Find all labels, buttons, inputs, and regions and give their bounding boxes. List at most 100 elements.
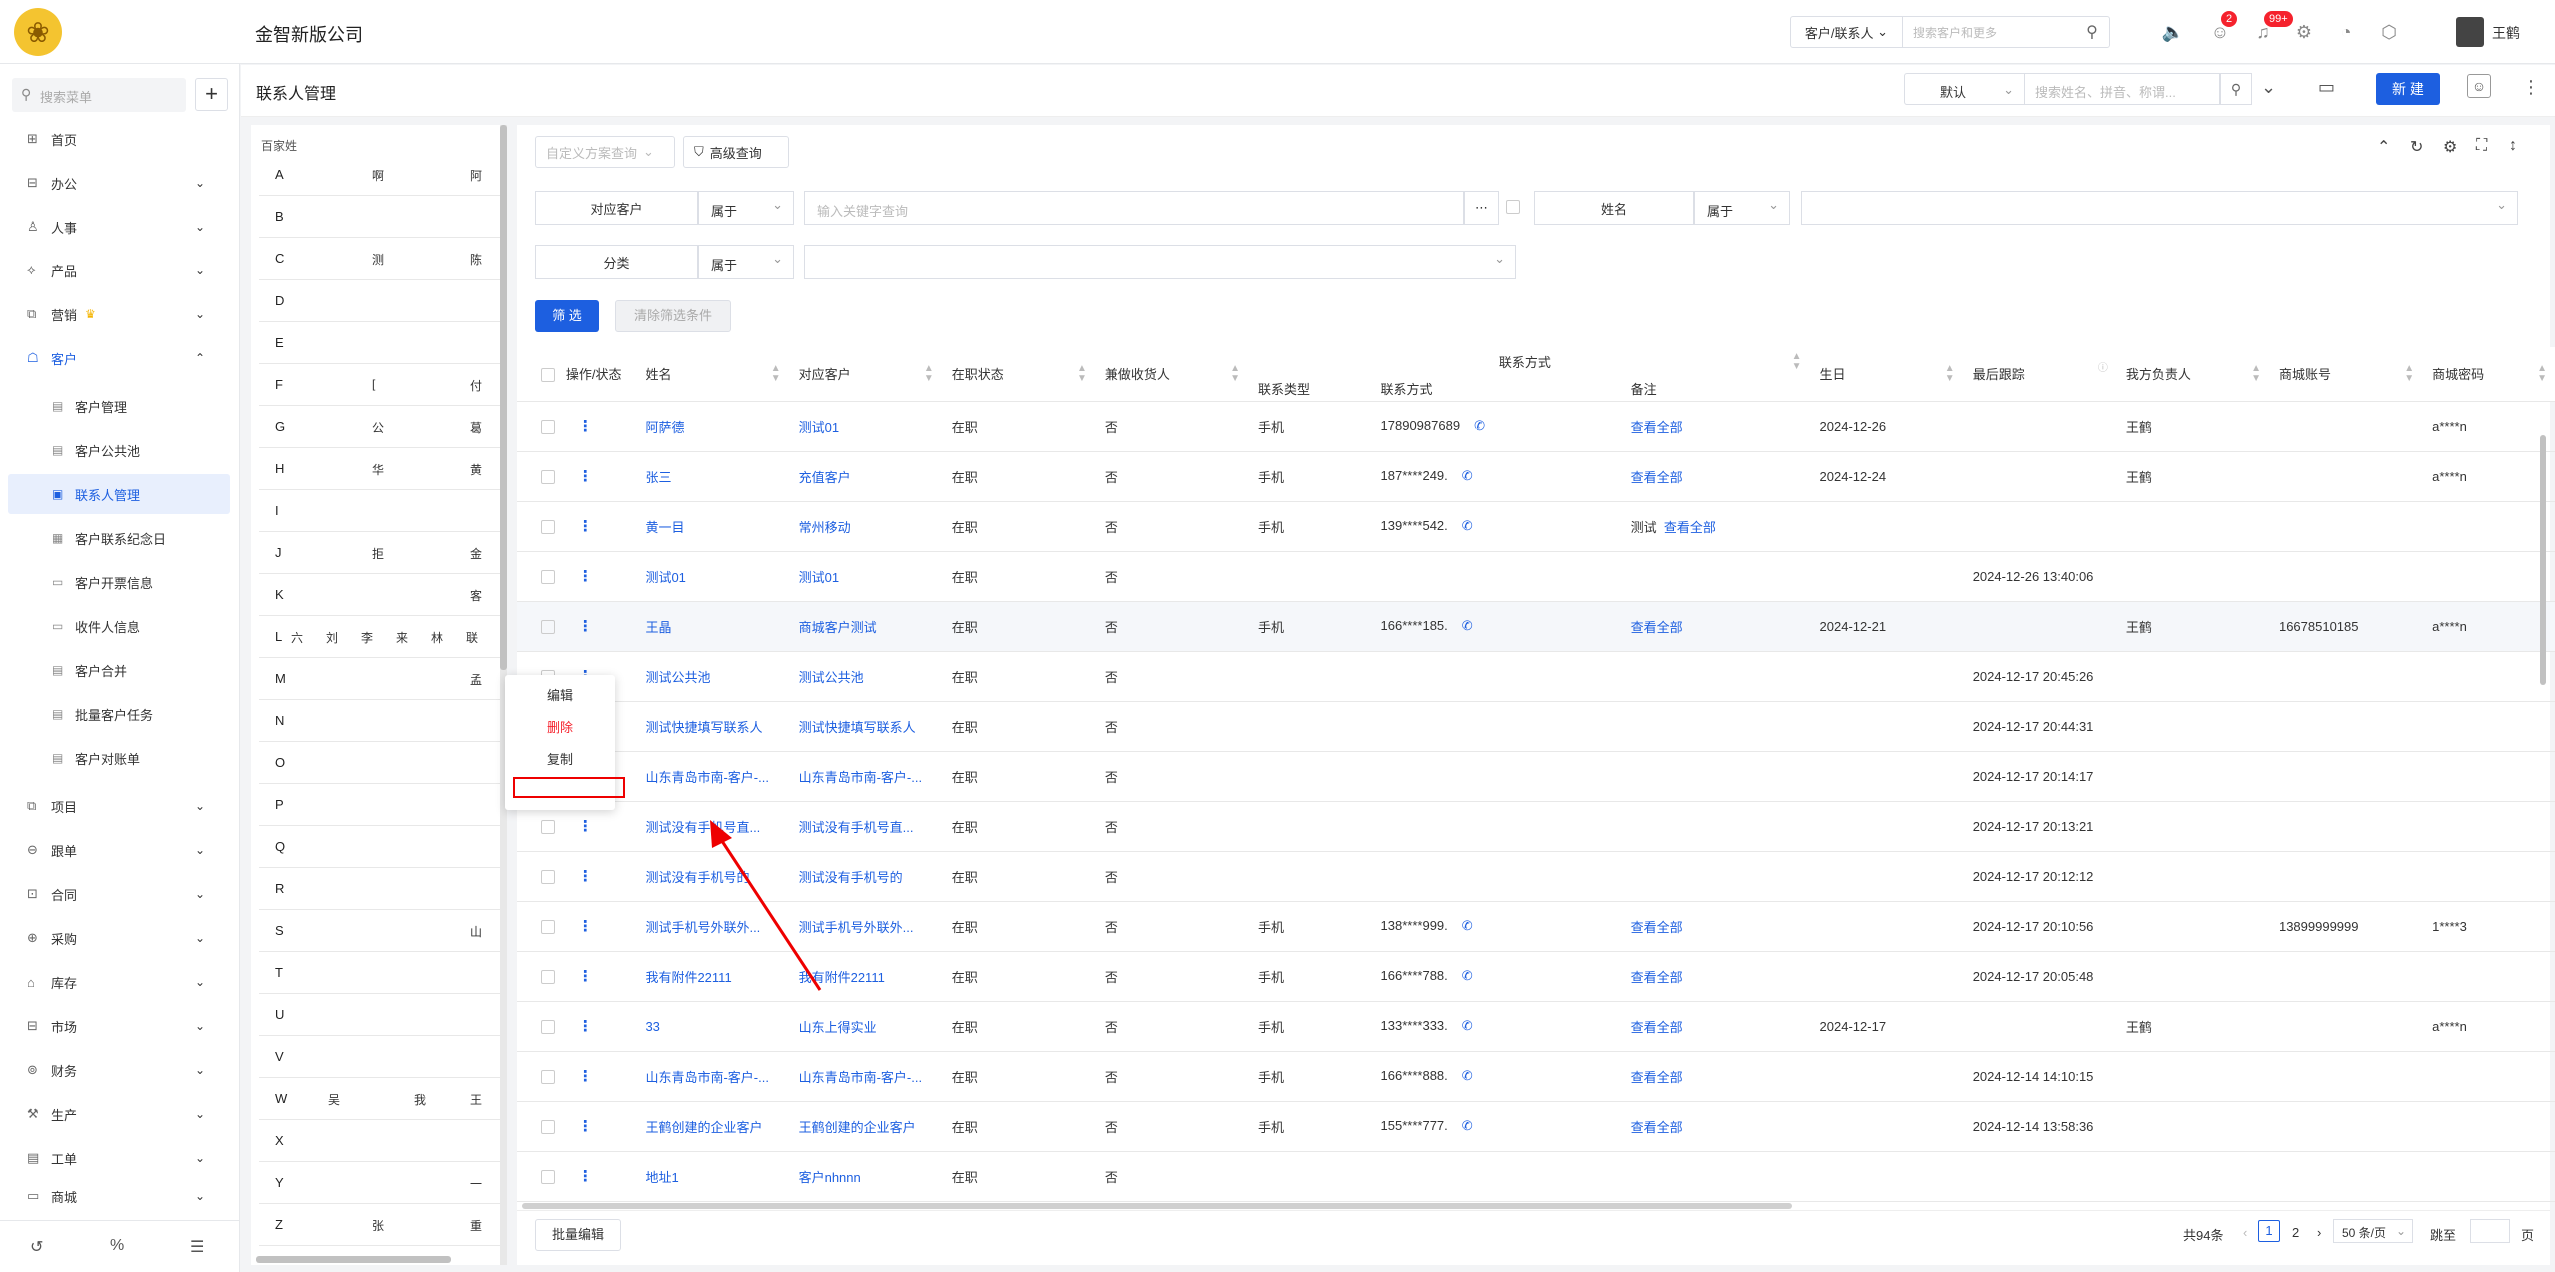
sidebar-item-mall[interactable]: ▭ 商城 ⌄ — [0, 1176, 240, 1216]
contact-name-link[interactable]: 山东青岛市南-客户-... — [645, 770, 769, 785]
surname-chip[interactable]: 一 — [470, 1175, 482, 1192]
avatar[interactable] — [2456, 17, 2484, 47]
surname-letter[interactable]: C — [275, 251, 284, 266]
surname-letter[interactable]: I — [275, 503, 279, 518]
customer-link[interactable]: 山东青岛市南-客户-... — [799, 770, 923, 785]
cell-customer[interactable]: 客户nhnnn — [790, 1151, 944, 1202]
filter-category-operator[interactable]: 属于 — [698, 245, 794, 279]
table-row[interactable]: ⋮山东青岛市南-客户-...山东青岛市南-客户-...在职否2024-12-17… — [517, 751, 2555, 802]
more-actions-icon[interactable]: ⋮ — [566, 1118, 593, 1135]
surname-letter-row[interactable]: U — [259, 994, 502, 1036]
row-checkbox[interactable] — [541, 1169, 555, 1184]
phone-icon[interactable]: ✆ — [1462, 468, 1473, 483]
surname-chip[interactable]: 吴 — [328, 1091, 340, 1108]
surname-letter[interactable]: M — [275, 671, 286, 686]
row-checkbox[interactable] — [541, 1069, 555, 1084]
fullscreen-icon[interactable]: ⛶ — [2476, 137, 2487, 155]
surname-letter[interactable]: A — [275, 167, 284, 182]
settings-icon[interactable]: ⚙ — [2443, 137, 2457, 157]
row-checkbox[interactable] — [541, 619, 555, 634]
surname-letter-row[interactable]: M孟 — [259, 658, 502, 700]
sort-icon[interactable]: ▲ ▼ — [924, 363, 934, 384]
surname-chip[interactable]: 华 — [372, 461, 384, 478]
view-all-link[interactable]: 查看全部 — [1631, 920, 1683, 935]
contact-name-link[interactable]: 张三 — [645, 470, 671, 485]
jump-page-input[interactable] — [2470, 1219, 2510, 1243]
table-vertical-scrollbar[interactable] — [2540, 435, 2546, 685]
surname-chip[interactable]: 葛 — [470, 419, 482, 436]
surname-letter-row[interactable]: C测陈 — [259, 238, 502, 280]
select-all-checkbox[interactable] — [541, 367, 555, 382]
surname-chip[interactable]: 客 — [470, 587, 482, 604]
phone-icon[interactable]: ✆ — [1462, 1118, 1473, 1133]
more-vertical-icon[interactable]: ⋮ — [2522, 77, 2540, 98]
more-icon[interactable]: ⋯ — [1464, 191, 1499, 225]
row-checkbox[interactable] — [541, 869, 555, 884]
more-actions-icon[interactable]: ⋮ — [566, 518, 593, 535]
phone-icon[interactable]: ✆ — [1474, 418, 1485, 433]
row-checkbox[interactable] — [541, 819, 555, 834]
surname-letter-row[interactable]: X — [259, 1120, 502, 1162]
filter-customer-input[interactable]: 输入关键字查询 — [804, 191, 1464, 225]
phone-icon[interactable]: ✆ — [1462, 1068, 1473, 1083]
sidebar-subitem-contacts[interactable]: ▣ 联系人管理 — [8, 474, 230, 514]
sidebar-item-marketing[interactable]: ⧉ 营销 ♛ ⌄ — [0, 294, 240, 334]
cell-name[interactable]: 地址1 — [637, 1151, 791, 1202]
surname-letter-row[interactable]: H华黄 — [259, 448, 502, 490]
table-row[interactable]: ⋮ 33 山东上得实业 在职否手机 133****333. ✆ 查看全部 2024-12-17… — [517, 1001, 2555, 1052]
filter-name-operator[interactable]: 属于 — [1694, 191, 1790, 225]
table-horizontal-scrollbar[interactable] — [522, 1203, 1792, 1209]
row-checkbox[interactable] — [541, 519, 555, 534]
col-name[interactable]: 姓名 ▲ ▼ — [637, 347, 791, 402]
page-size-select[interactable]: 50 条/页 ⌄ — [2333, 1219, 2413, 1243]
sidebar-item-finance[interactable]: ⊚ 财务 ⌄ — [0, 1050, 240, 1090]
surname-letter[interactable]: B — [275, 209, 284, 224]
more-actions-icon[interactable]: ⋮ — [566, 418, 593, 435]
contact-name-link[interactable]: 测试公共池 — [645, 670, 710, 685]
row-checkbox[interactable] — [541, 569, 555, 584]
surname-letter[interactable]: L — [275, 629, 282, 644]
more-actions-icon[interactable]: ⋮ — [566, 468, 593, 485]
customer-link[interactable]: 山东上得实业 — [799, 1020, 877, 1035]
surname-letter-row[interactable]: W吴我王 — [259, 1078, 502, 1120]
surname-letter[interactable]: P — [275, 797, 284, 812]
customer-link[interactable]: 测试01 — [799, 570, 839, 585]
surname-letter[interactable]: Z — [275, 1217, 283, 1232]
filter-category-select[interactable] — [804, 245, 1516, 279]
cell-name[interactable]: 阿萨德 — [637, 401, 791, 452]
row-checkbox[interactable] — [541, 969, 555, 984]
surname-chip[interactable]: 六 — [291, 629, 303, 646]
sidebar-item-contract[interactable]: ⊡ 合同 ⌄ — [0, 874, 240, 914]
view-all-link[interactable]: 查看全部 — [1631, 1020, 1683, 1035]
cell-name[interactable]: 黄一目 — [637, 501, 791, 552]
cell-customer[interactable]: 充值客户 — [790, 451, 944, 502]
surname-letter[interactable]: F — [275, 377, 283, 392]
surname-chip[interactable]: 林 — [431, 629, 443, 646]
surname-chip[interactable]: 金 — [470, 545, 482, 562]
more-actions-icon[interactable]: ⋮ — [566, 1068, 593, 1085]
surname-chip[interactable]: 公 — [372, 419, 384, 436]
chart-icon[interactable]: ◔ — [2333, 19, 2359, 45]
contact-name-link[interactable]: 测试01 — [645, 570, 685, 585]
collapse-menu-icon[interactable]: ☰ — [190, 1237, 204, 1257]
phone-icon[interactable]: ✆ — [1462, 518, 1473, 533]
sidebar-item-production[interactable]: ⚒ 生产 ⌄ — [0, 1094, 240, 1134]
sidebar-item-home[interactable]: ⊞ 首页 — [0, 119, 240, 159]
surname-letter-row[interactable]: Q — [259, 826, 502, 868]
table-row[interactable]: ⋮ 王晶 商城客户测试 在职否手机 166****185. ✆ 查看全部 2024-12-21… — [517, 601, 2555, 652]
filter-name-select[interactable] — [1801, 191, 2518, 225]
surname-letter-row[interactable]: B — [259, 196, 502, 238]
prev-page-icon[interactable]: ‹ — [2243, 1225, 2247, 1240]
user-name[interactable]: 王鹤 — [2492, 23, 2520, 43]
sort-icon[interactable]: ▲ ▼ — [1077, 363, 1087, 384]
sidebar-item-office[interactable]: ⊟ 办公 ⌄ — [0, 163, 240, 203]
col-owner[interactable]: 我方负责人 ▲ ▼ — [2117, 347, 2271, 402]
surname-chip[interactable]: 付 — [470, 377, 482, 394]
view-all-link[interactable]: 查看全部 — [1631, 1120, 1683, 1135]
cell-name[interactable]: 山东青岛市南-客户-... — [637, 1051, 791, 1102]
add-menu-button[interactable]: + — [195, 78, 228, 111]
sidebar-subitem-customer-manage[interactable]: ▤ 客户管理 — [8, 386, 230, 426]
surname-letter[interactable]: H — [275, 461, 284, 476]
search-icon[interactable]: ⚲ — [2220, 73, 2252, 105]
sort-icon[interactable]: ▲ ▼ — [2537, 363, 2547, 384]
